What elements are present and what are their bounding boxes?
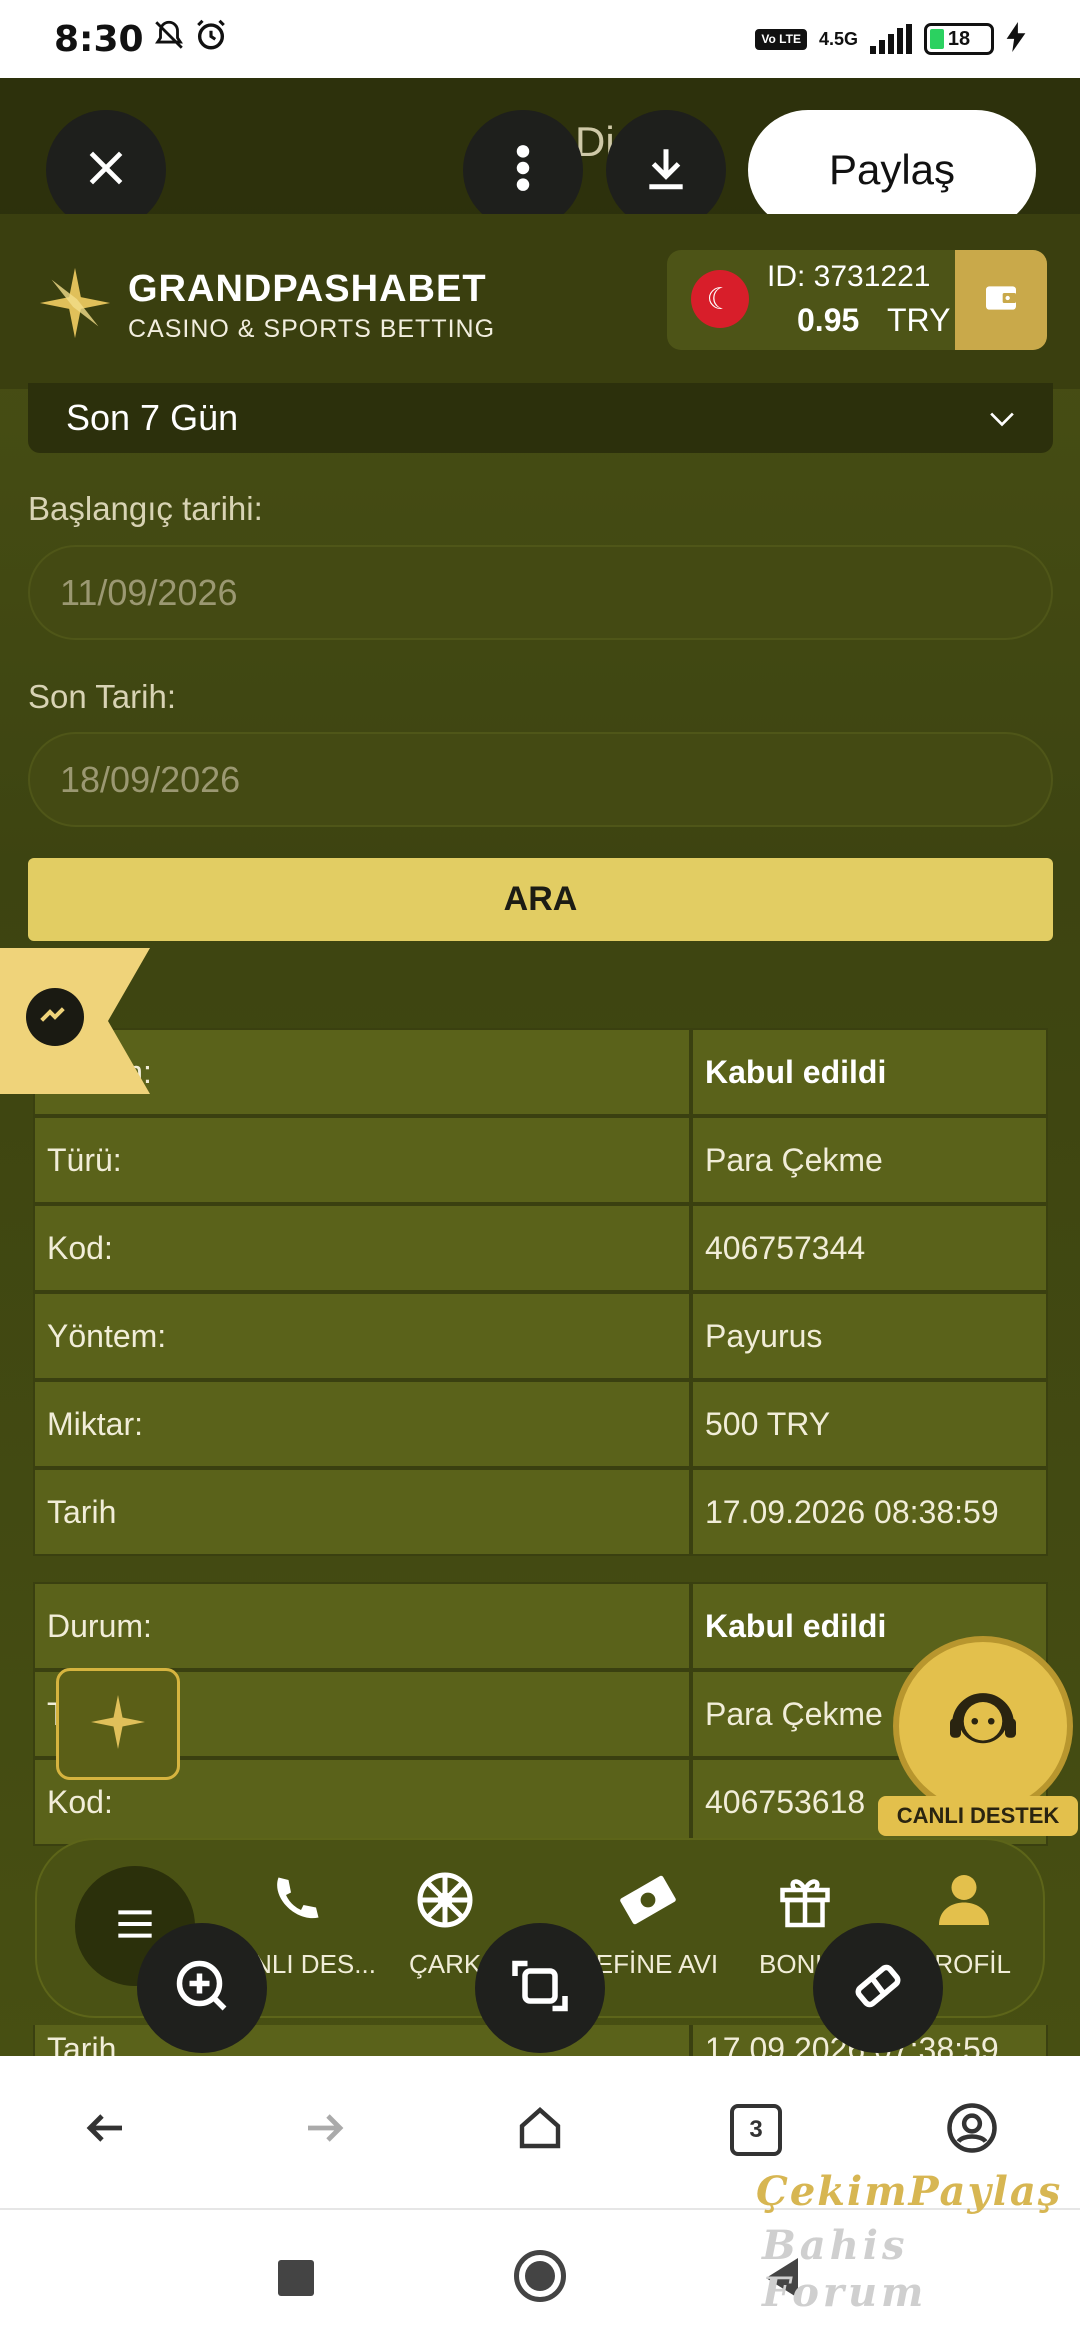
start-date-value: 11/09/2026	[60, 571, 238, 613]
brand-logo[interactable]: GRANDPASHABET CASINO & SPORTS BETTING	[36, 264, 495, 347]
search-button[interactable]: ARA	[28, 858, 1053, 941]
nav-label: ÇARK	[409, 1949, 482, 1979]
brand-tagline: CASINO & SPORTS BETTING	[128, 314, 496, 343]
crop-icon	[510, 1956, 570, 2021]
row-key: Durum:	[33, 1582, 691, 1670]
wallet-icon	[981, 278, 1021, 323]
live-support-button[interactable]	[893, 1636, 1073, 1816]
row-key: Yöntem:	[33, 1292, 691, 1380]
wheel-icon	[415, 1870, 475, 1937]
arrow-left-icon	[82, 2104, 130, 2157]
chevron-down-icon	[989, 402, 1015, 434]
forward-button[interactable]	[294, 2100, 354, 2160]
home-icon	[516, 2104, 564, 2157]
money-icon	[616, 1870, 680, 1937]
row-value: 406757344	[691, 1204, 1048, 1292]
volte-icon: Vo LTE	[755, 28, 807, 50]
table-row: Türü: Para Çekme	[33, 1116, 1048, 1204]
download-icon	[641, 143, 691, 198]
start-date-field[interactable]: 11/09/2026	[28, 545, 1053, 640]
end-date-field[interactable]: 18/09/2026	[28, 732, 1053, 827]
live-support-label: CANLI DESTEK	[878, 1796, 1078, 1836]
start-date-label: Başlangıç tarihi:	[28, 490, 263, 527]
table-row: Durum: Kabul edildi	[33, 1028, 1048, 1116]
row-key: Türü:	[33, 1116, 691, 1204]
tab-count: 3	[730, 2104, 782, 2156]
row-value: Para Çekme	[691, 1116, 1048, 1204]
account-currency: TRY	[887, 302, 951, 338]
promo-star-button[interactable]	[56, 1668, 180, 1780]
mute-icon	[152, 18, 186, 61]
home-button[interactable]	[510, 2100, 570, 2160]
watermark-line1: ÇekimPaylaş	[756, 2168, 1063, 2215]
download-button[interactable]	[606, 110, 726, 230]
row-key: Kod:	[33, 1204, 691, 1292]
user-icon	[934, 1870, 994, 1937]
row-value: 17.09.2026 08:38:59	[691, 1468, 1048, 1556]
home-nav-button[interactable]	[514, 2250, 566, 2302]
account-circle-icon	[945, 2101, 999, 2160]
watermark-line2: Bahis Forum	[762, 2222, 928, 2316]
back-button[interactable]	[76, 2100, 136, 2160]
alarm-icon	[194, 18, 228, 61]
messenger-icon[interactable]	[26, 988, 84, 1046]
tabs-button[interactable]: 3	[726, 2100, 786, 2160]
home-dot-icon	[525, 2261, 555, 2291]
end-date-value: 18/09/2026	[60, 758, 241, 800]
erase-button[interactable]	[813, 1923, 943, 2053]
star-logo-icon	[36, 264, 114, 347]
crop-button[interactable]	[475, 1923, 605, 2053]
battery-icon: 18	[924, 23, 994, 55]
wallet-button[interactable]	[955, 250, 1047, 350]
transaction-card: Durum: Kabul edildi Türü: Para Çekme Kod…	[33, 1028, 1048, 1556]
row-key: Tarih	[33, 1468, 691, 1556]
nav-wheel[interactable]: ÇARK	[409, 1870, 481, 1980]
account-box[interactable]: ☾ ID: 3731221 0.95 TRY	[667, 250, 1047, 350]
period-value: Son 7 Gün	[66, 397, 239, 438]
more-options-button[interactable]	[463, 110, 583, 230]
arrow-right-icon	[300, 2104, 348, 2157]
turkey-flag-icon: ☾	[691, 270, 749, 328]
hamburger-icon	[115, 1908, 155, 1945]
network-type: 4.5G	[818, 28, 858, 49]
table-row: Kod: 406757344	[33, 1204, 1048, 1292]
table-row: Yöntem: Payurus	[33, 1292, 1048, 1380]
period-select[interactable]: Son 7 Gün	[28, 383, 1053, 453]
gift-icon	[775, 1870, 835, 1937]
brand-name: GRANDPASHABET	[128, 267, 487, 310]
row-value: Payurus	[691, 1292, 1048, 1380]
status-bar: 8:30 Vo LTE 4.5G 18	[0, 0, 1080, 78]
battery-level: 18	[947, 27, 971, 50]
phone-icon	[266, 1870, 326, 1937]
close-icon	[84, 146, 128, 195]
end-date-label: Son Tarih:	[28, 678, 176, 715]
account-button[interactable]	[942, 2100, 1002, 2160]
account-id: ID: 3731221	[767, 260, 931, 293]
table-row: Tarih 17.09.2026 08:38:59	[33, 1468, 1048, 1556]
row-value: 500 TRY	[691, 1380, 1048, 1468]
share-button[interactable]: Paylaş	[748, 110, 1036, 230]
signal-icon	[870, 24, 912, 54]
more-vertical-icon	[513, 143, 533, 198]
zoom-in-button[interactable]	[137, 1923, 267, 2053]
table-row: Durum: Kabul edildi	[33, 1582, 1048, 1670]
row-key: Tarih	[33, 2025, 691, 2056]
zoom-in-icon	[172, 1956, 232, 2021]
star-icon	[88, 1692, 148, 1757]
close-button[interactable]	[46, 110, 166, 230]
charging-icon	[1006, 21, 1026, 57]
account-balance: 0.95	[797, 302, 860, 338]
table-row: Miktar: 500 TRY	[33, 1380, 1048, 1468]
recents-button[interactable]	[278, 2260, 314, 2296]
row-value: Kabul edildi	[691, 1028, 1048, 1116]
status-time: 8:30	[54, 18, 144, 60]
headset-agent-icon	[928, 1669, 1038, 1784]
eraser-icon	[848, 1956, 908, 2021]
row-key: Miktar:	[33, 1380, 691, 1468]
